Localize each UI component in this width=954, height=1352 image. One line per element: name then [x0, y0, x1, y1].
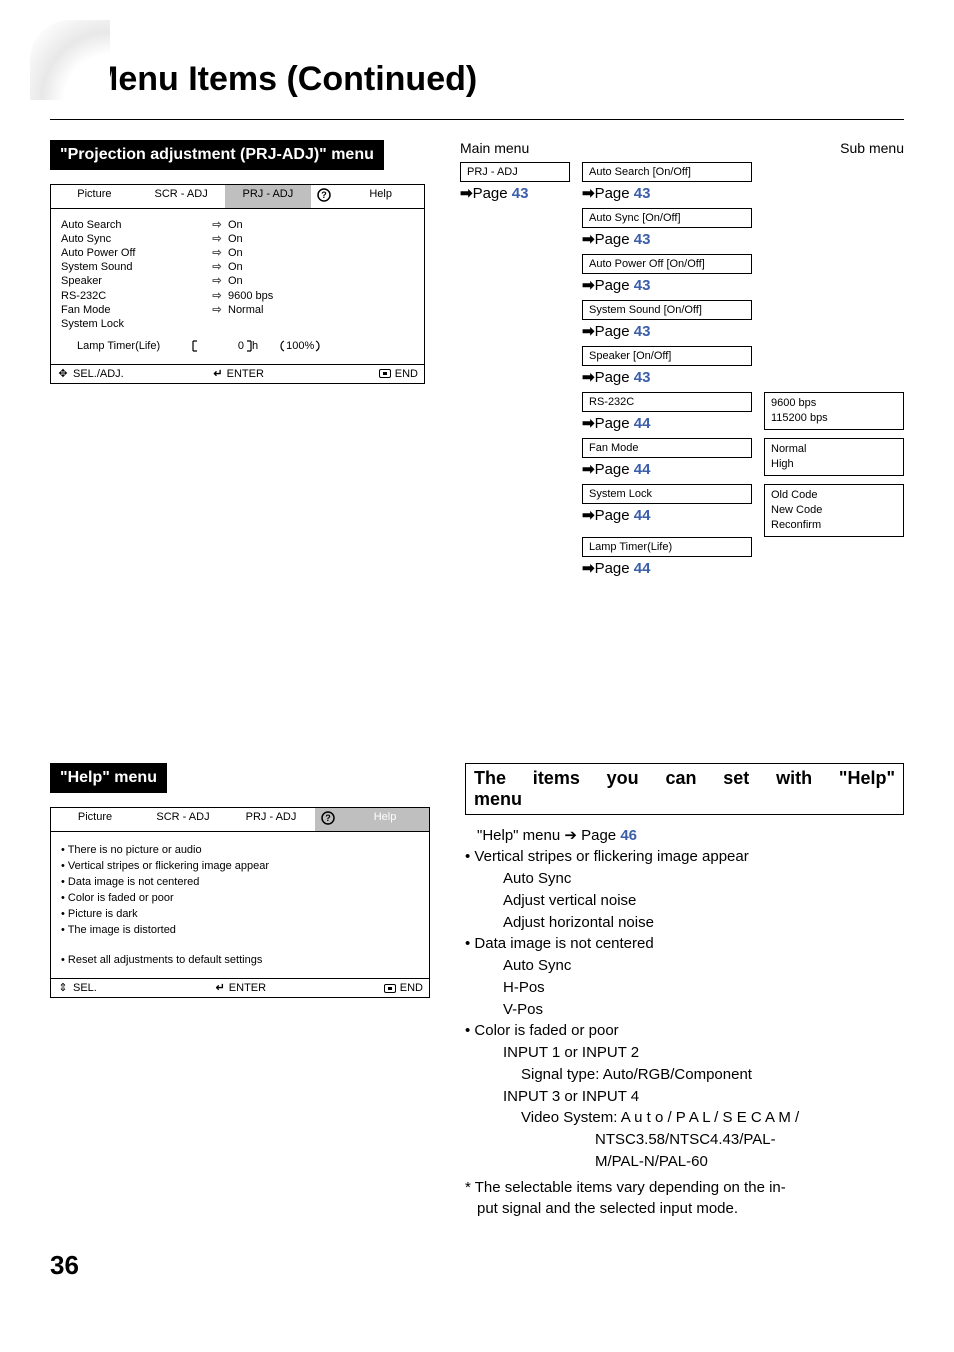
- help-content-line: • Color is faded or poor: [465, 1020, 904, 1042]
- title-rule: [50, 119, 904, 120]
- tree-sub-node: 9600 bps115200 bps: [764, 392, 904, 430]
- page-ref: ➡Page 44: [582, 506, 752, 524]
- help-content-line: Auto Sync: [465, 955, 904, 977]
- osd-item[interactable]: RS-232C⇨9600 bps: [61, 290, 414, 302]
- help-content-line: INPUT 3 or INPUT 4: [465, 1086, 904, 1108]
- tree-node: Auto Search [On/Off]: [582, 162, 752, 182]
- osd-item[interactable]: System Sound⇨On: [61, 261, 414, 273]
- help-content-line: Adjust horizontal noise: [465, 912, 904, 934]
- svg-text:?: ?: [325, 813, 331, 823]
- tree-node: System Sound [On/Off]: [582, 300, 752, 320]
- help-list-item[interactable]: • Vertical stripes or flickering image a…: [61, 860, 419, 872]
- osd-lamp-timer: Lamp Timer(Life)0h100%: [77, 340, 414, 352]
- osd-tab-help[interactable]: Help: [337, 185, 424, 208]
- tree-node: Fan Mode: [582, 438, 752, 458]
- page-ref: ➡Page 43: [582, 276, 752, 294]
- help-content-line: • Vertical stripes or flickering image a…: [465, 846, 904, 868]
- help-list-item[interactable]: • Color is faded or poor: [61, 892, 419, 904]
- help-content-line: V-Pos: [465, 999, 904, 1021]
- tree-node: System Lock: [582, 484, 752, 504]
- help-list-item[interactable]: • Picture is dark: [61, 908, 419, 920]
- sub-menu-label: Sub menu: [840, 140, 904, 156]
- osd-tab-prj[interactable]: PRJ - ADJ: [225, 185, 312, 208]
- help-items-title: The items you can set with "Help" menu: [465, 763, 904, 815]
- osd-item[interactable]: Auto Sync⇨On: [61, 233, 414, 245]
- page-ref: ➡Page 44: [582, 460, 752, 478]
- osd-item[interactable]: Auto Power Off⇨On: [61, 247, 414, 259]
- osd-item[interactable]: Auto Search⇨On: [61, 219, 414, 231]
- help-icon: ?: [317, 188, 331, 202]
- prjadj-menu: Picture SCR - ADJ PRJ - ADJ ? Help Auto …: [50, 184, 425, 384]
- tree-sub-node: NormalHigh: [764, 438, 904, 476]
- help-icon: ?: [321, 811, 335, 825]
- osd-tab-qmark[interactable]: ?: [315, 808, 341, 831]
- help-content-line: Signal type: Auto/RGB/Component: [465, 1064, 904, 1086]
- osd-item[interactable]: System Lock: [61, 318, 414, 330]
- page-ref: ➡Page 43: [582, 230, 752, 248]
- svg-text:?: ?: [322, 190, 328, 200]
- osd-foot-end: END: [340, 365, 424, 383]
- corner-decoration: [30, 20, 110, 100]
- osd-item[interactable]: Speaker⇨On: [61, 275, 414, 287]
- page-ref: ➡Page 44: [582, 414, 752, 432]
- help-content-line: • Data image is not centered: [465, 933, 904, 955]
- help-content-line: INPUT 1 or INPUT 2: [465, 1042, 904, 1064]
- tree-sub-node: Old CodeNew CodeReconfirm: [764, 484, 904, 537]
- osd-tab-prj[interactable]: PRJ - ADJ: [227, 808, 315, 831]
- page-ref: ➡Page 43: [460, 184, 570, 202]
- help-items-body: "Help" menu ➔ Page 46 • Vertical stripes…: [465, 825, 904, 1221]
- osd-tab-scr[interactable]: SCR - ADJ: [138, 185, 225, 208]
- help-content-line: Adjust vertical noise: [465, 890, 904, 912]
- section-heading-help: "Help" menu: [50, 763, 167, 793]
- tree-node: Lamp Timer(Life): [582, 537, 752, 557]
- help-content-line: NTSC3.58/NTSC4.43/PAL-: [465, 1129, 904, 1151]
- page-ref: ➡Page 43: [582, 322, 752, 340]
- page-number: 36: [50, 1250, 904, 1281]
- help-list-item[interactable]: • The image is distorted: [61, 924, 419, 936]
- tree-node: RS-232C: [582, 392, 752, 412]
- help-content-line: H-Pos: [465, 977, 904, 999]
- osd-tab-qmark[interactable]: ?: [311, 185, 337, 208]
- help-content-line: Video System: A u t o / P A L / S E C A …: [465, 1107, 904, 1129]
- page-ref: ➡Page 43: [582, 368, 752, 386]
- help-content-line: M/PAL-N/PAL-60: [465, 1151, 904, 1173]
- osd-tab-scr[interactable]: SCR - ADJ: [139, 808, 227, 831]
- tree-node: Auto Sync [On/Off]: [582, 208, 752, 228]
- tree-node: Speaker [On/Off]: [582, 346, 752, 366]
- osd-foot-sel: ⇕SEL.: [51, 979, 210, 997]
- osd-tab-picture[interactable]: Picture: [51, 185, 138, 208]
- main-menu-label: Main menu: [460, 140, 529, 156]
- tree-node: Auto Power Off [On/Off]: [582, 254, 752, 274]
- osd-foot-enter: ENTER: [210, 979, 344, 997]
- help-content-line: Auto Sync: [465, 868, 904, 890]
- osd-item[interactable]: Fan Mode⇨Normal: [61, 304, 414, 316]
- help-menu: Picture SCR - ADJ PRJ - ADJ ? Help • The…: [50, 807, 430, 999]
- page-title: Menu Items (Continued): [90, 60, 904, 99]
- tree-root-box: PRJ - ADJ: [460, 162, 570, 182]
- help-list-reset[interactable]: • Reset all adjustments to default setti…: [61, 954, 419, 966]
- osd-foot-sel: ✥SEL./ADJ.: [51, 365, 207, 383]
- page-ref: ➡Page 43: [582, 184, 752, 202]
- help-list-item[interactable]: • Data image is not centered: [61, 876, 419, 888]
- osd-tab-picture[interactable]: Picture: [51, 808, 139, 831]
- page-ref: ➡Page 44: [582, 559, 752, 577]
- osd-foot-end: END: [344, 979, 429, 997]
- osd-tab-help[interactable]: Help: [341, 808, 429, 831]
- section-heading-prjadj: "Projection adjustment (PRJ-ADJ)" menu: [50, 140, 384, 170]
- help-list-item[interactable]: • There is no picture or audio: [61, 844, 419, 856]
- osd-foot-enter: ENTER: [207, 365, 339, 383]
